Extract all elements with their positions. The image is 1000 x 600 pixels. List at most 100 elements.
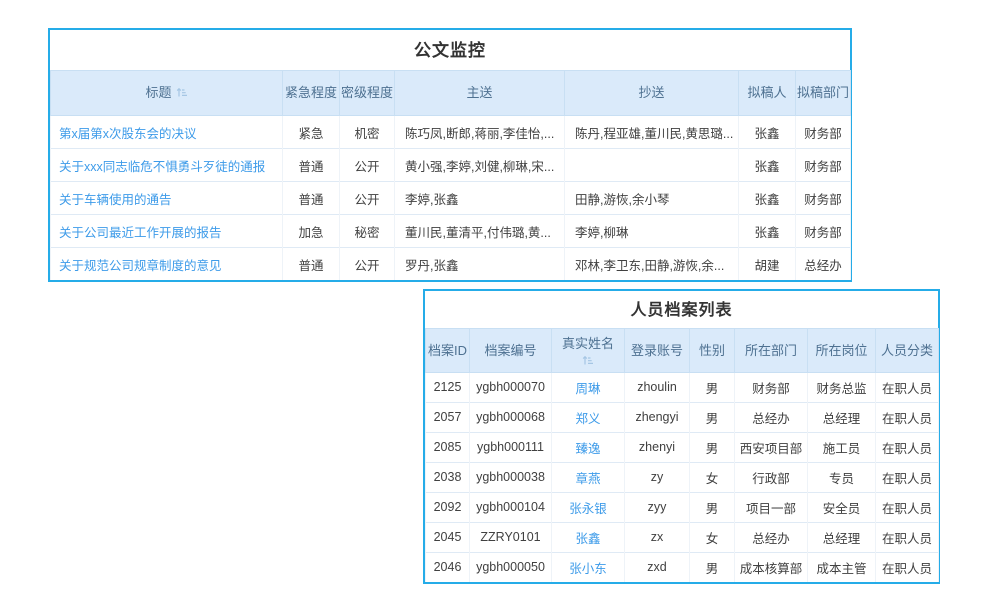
person-name-link[interactable]: 张小东 [569, 562, 607, 576]
doc-title-link[interactable]: 第x届第x次股东会的决议 [59, 127, 197, 141]
table-row: 2046ygbh000050张小东zxd男成本核算部成本主管在职人员 [426, 552, 939, 582]
doc-title-link[interactable]: 关于规范公司规章制度的意见 [59, 259, 222, 273]
column-header-label: 人员分类 [881, 343, 933, 358]
table-cell: 秘密 [340, 215, 395, 248]
table-row: 2038ygbh000038章燕zy女行政部专员在职人员 [426, 462, 939, 492]
table-row: 第x届第x次股东会的决议紧急机密陈巧凤,断郎,蒋丽,李佳怡,...陈丹,程亚雄,… [51, 116, 851, 149]
column-header[interactable]: 标题 [51, 71, 283, 116]
person-name-link[interactable]: 张永银 [569, 502, 607, 516]
column-header: 抄送 [565, 71, 739, 116]
personnel-table-body: 2125ygbh000070周琳zhoulin男财务部财务总监在职人员2057y… [426, 372, 939, 582]
person-name-link[interactable]: 章燕 [575, 472, 600, 486]
table-cell: 田静,游恢,余小琴 [565, 182, 739, 215]
column-header-label: 所在岗位 [815, 343, 867, 358]
table-cell: ygbh000111 [470, 432, 552, 462]
doc-title-link[interactable]: 关于公司最近工作开展的报告 [59, 226, 222, 240]
column-header-label: 性别 [699, 343, 725, 358]
table-cell: 公开 [340, 248, 395, 281]
table-cell: 财务部 [796, 149, 851, 182]
table-cell: 2046 [426, 552, 470, 582]
person-name-link[interactable]: 张鑫 [575, 532, 600, 546]
table-cell: 2125 [426, 372, 470, 402]
table-cell: ygbh000104 [470, 492, 552, 522]
doc-monitor-panel: 公文监控 标题紧急程度密级程度主送抄送拟稿人拟稿部门 第x届第x次股东会的决议紧… [48, 28, 852, 282]
table-cell: 财务总监 [808, 372, 876, 402]
doc-title-link[interactable]: 关于车辆使用的通告 [59, 193, 172, 207]
table-cell: 施工员 [808, 432, 876, 462]
table-cell: 成本核算部 [735, 552, 808, 582]
person-name-link[interactable]: 周琳 [575, 382, 600, 396]
column-header-label: 抄送 [638, 85, 664, 100]
table-cell: 陈巧凤,断郎,蒋丽,李佳怡,... [395, 116, 565, 149]
table-row: 2045ZZRY0101张鑫zx女总经办总经理在职人员 [426, 522, 939, 552]
table-cell: 总经理 [808, 402, 876, 432]
table-cell: zhenyi [625, 432, 690, 462]
sort-icon[interactable] [176, 87, 188, 98]
doc-monitor-table-body: 第x届第x次股东会的决议紧急机密陈巧凤,断郎,蒋丽,李佳怡,...陈丹,程亚雄,… [51, 116, 851, 281]
table-cell: 总经办 [735, 402, 808, 432]
table-row: 2085ygbh000111臻逸zhenyi男西安项目部施工员在职人员 [426, 432, 939, 462]
table-cell: 2092 [426, 492, 470, 522]
column-header[interactable]: 真实姓名 [552, 329, 625, 373]
doc-monitor-table: 标题紧急程度密级程度主送抄送拟稿人拟稿部门 第x届第x次股东会的决议紧急机密陈巧… [50, 70, 851, 280]
table-cell: ZZRY0101 [470, 522, 552, 552]
table-cell: ygbh000038 [470, 462, 552, 492]
column-header-label: 拟稿人 [747, 85, 786, 100]
table-cell: 张鑫 [739, 215, 796, 248]
column-header: 性别 [690, 329, 735, 373]
table-cell: 张鑫 [552, 522, 625, 552]
personnel-table-header: 档案ID档案编号真实姓名登录账号性别所在部门所在岗位人员分类 [426, 329, 939, 373]
personnel-panel: 人员档案列表 档案ID档案编号真实姓名登录账号性别所在部门所在岗位人员分类 21… [423, 289, 940, 584]
personnel-table: 档案ID档案编号真实姓名登录账号性别所在部门所在岗位人员分类 2125ygbh0… [425, 328, 939, 582]
sort-icon[interactable] [582, 355, 594, 366]
table-cell: 财务部 [735, 372, 808, 402]
person-name-link[interactable]: 臻逸 [575, 442, 600, 456]
table-cell: 西安项目部 [735, 432, 808, 462]
table-cell: 李婷,柳琳 [565, 215, 739, 248]
table-cell: 罗丹,张鑫 [395, 248, 565, 281]
table-cell: 项目一部 [735, 492, 808, 522]
table-cell: 周琳 [552, 372, 625, 402]
column-header-label: 所在部门 [745, 343, 797, 358]
table-cell: 加急 [283, 215, 340, 248]
header-row: 标题紧急程度密级程度主送抄送拟稿人拟稿部门 [51, 71, 851, 116]
table-cell: 行政部 [735, 462, 808, 492]
table-cell: 张小东 [552, 552, 625, 582]
table-cell: 公开 [340, 149, 395, 182]
table-cell: 关于xxx同志临危不惧勇斗歹徒的通报 [51, 149, 283, 182]
table-cell: zxd [625, 552, 690, 582]
table-cell: 普通 [283, 248, 340, 281]
column-header-label: 登录账号 [631, 343, 683, 358]
table-cell: 普通 [283, 182, 340, 215]
table-cell: 胡建 [739, 248, 796, 281]
column-header: 人员分类 [876, 329, 939, 373]
table-cell: zhengyi [625, 402, 690, 432]
table-cell: 在职人员 [876, 522, 939, 552]
column-header: 拟稿人 [739, 71, 796, 116]
table-row: 关于xxx同志临危不惧勇斗歹徒的通报普通公开黄小强,李婷,刘健,柳琳,宋...张… [51, 149, 851, 182]
column-header: 档案编号 [470, 329, 552, 373]
doc-title-link[interactable]: 关于xxx同志临危不惧勇斗歹徒的通报 [59, 160, 265, 174]
table-cell: zy [625, 462, 690, 492]
table-cell: 紧急 [283, 116, 340, 149]
table-cell: zyy [625, 492, 690, 522]
column-header: 所在部门 [735, 329, 808, 373]
column-header: 主送 [395, 71, 565, 116]
table-cell: 郑义 [552, 402, 625, 432]
table-cell: 邓林,李卫东,田静,游恢,余... [565, 248, 739, 281]
table-cell: 普通 [283, 149, 340, 182]
table-cell: 男 [690, 372, 735, 402]
table-cell: zhoulin [625, 372, 690, 402]
table-cell: 在职人员 [876, 552, 939, 582]
person-name-link[interactable]: 郑义 [575, 412, 600, 426]
table-row: 关于规范公司规章制度的意见 普通公开罗丹,张鑫邓林,李卫东,田静,游恢,余...胡… [51, 248, 851, 281]
table-cell: 在职人员 [876, 462, 939, 492]
column-header-label: 标题 [145, 85, 171, 100]
table-cell: 2045 [426, 522, 470, 552]
table-cell: 机密 [340, 116, 395, 149]
table-cell: 女 [690, 462, 735, 492]
column-header-label: 档案编号 [484, 343, 536, 358]
header-row: 档案ID档案编号真实姓名登录账号性别所在部门所在岗位人员分类 [426, 329, 939, 373]
table-cell: 张鑫 [739, 116, 796, 149]
table-cell: ygbh000070 [470, 372, 552, 402]
